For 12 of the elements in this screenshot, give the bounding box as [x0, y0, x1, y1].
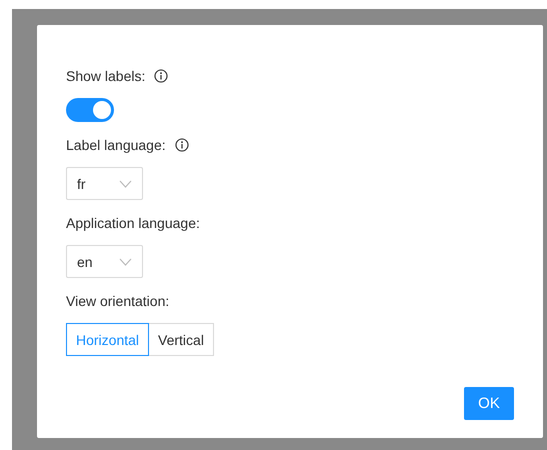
toggle-switch[interactable] — [66, 98, 114, 122]
language-dropdown[interactable]: fr — [66, 167, 143, 200]
orientation-option[interactable]: Vertical — [149, 323, 214, 356]
language-dropdown[interactable]: en — [66, 245, 143, 278]
chevron-icon — [119, 258, 132, 266]
info-icon[interactable] — [154, 69, 168, 83]
info-icon[interactable] — [174, 138, 189, 152]
chevron-icon — [119, 180, 132, 188]
field-label: Application language: — [66, 215, 200, 231]
field-label: Show labels: — [66, 68, 146, 84]
field-label: Label language: — [66, 137, 166, 153]
field-label: View orientation: — [66, 293, 170, 309]
